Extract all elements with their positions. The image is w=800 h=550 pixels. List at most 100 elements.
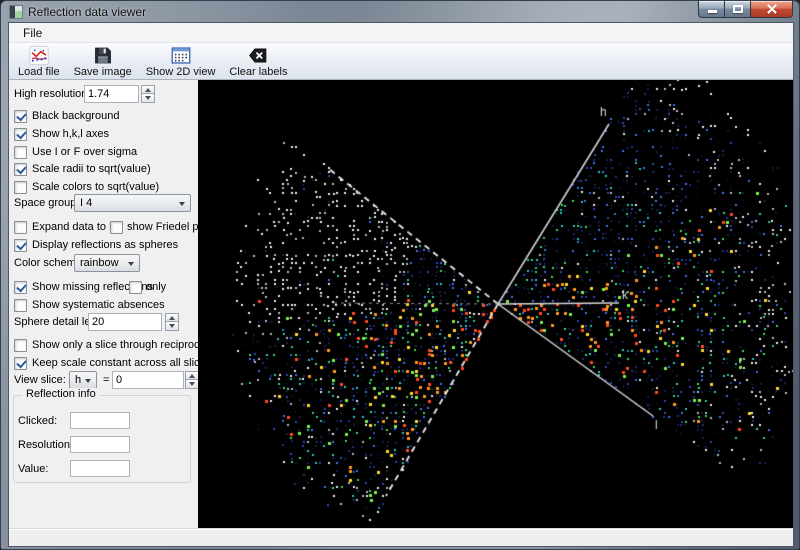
view-slice-stepper[interactable] [185, 371, 199, 389]
menu-file[interactable]: File [15, 23, 50, 43]
control-panel: High resolution: Black background Show h… [9, 80, 198, 528]
expand-p1-row: Expand data to P1 show Friedel pairs [14, 219, 194, 237]
high-resolution-stepper[interactable] [141, 85, 155, 103]
reflection-canvas[interactable] [198, 80, 793, 528]
show-axes-row: Show h,k,l axes [14, 126, 194, 144]
chevron-down-icon [179, 202, 185, 206]
toolbar-button-show-2d-view[interactable]: Show 2D view [139, 44, 223, 79]
color-scheme-select[interactable]: rainbow [74, 254, 140, 272]
spin-up-icon[interactable] [141, 85, 155, 94]
checkbox-label: Display reflections as spheres [32, 239, 178, 251]
scale-radii-checkbox[interactable] [14, 163, 27, 176]
checkbox-label: Scale radii to sqrt(value) [32, 163, 151, 175]
toolbar: Load file Save image [9, 43, 793, 80]
resolution-label: Resolution: [18, 439, 73, 451]
spin-up-icon[interactable] [165, 313, 179, 322]
checkbox-label: Scale colors to sqrt(value) [32, 181, 159, 193]
window-title: Reflection data viewer [28, 5, 146, 19]
toolbar-label: Clear labels [229, 66, 287, 78]
spheres-row: Display reflections as spheres [14, 237, 194, 255]
view-slice-axis-select[interactable]: h [69, 371, 97, 389]
checkbox-label: Expand data to P1 [32, 221, 123, 233]
value-row: Value: [18, 460, 186, 478]
slice-only-checkbox[interactable] [14, 339, 27, 352]
status-bar [9, 528, 793, 546]
view-slice-label: View slice: [14, 374, 66, 386]
absences-checkbox[interactable] [14, 299, 27, 312]
close-button[interactable] [751, 1, 793, 18]
sigma-checkbox[interactable] [14, 146, 27, 159]
expand-p1-checkbox[interactable] [14, 221, 27, 234]
load-file-icon [28, 45, 50, 66]
app-icon [9, 5, 23, 19]
sigma-row: Use I or F over sigma [14, 144, 194, 162]
window-controls [698, 1, 793, 18]
toolbar-label: Load file [18, 66, 60, 78]
missing-row: Show missing reflections only [14, 279, 194, 297]
missing-checkbox[interactable] [14, 281, 27, 294]
high-resolution-input[interactable] [84, 85, 139, 103]
space-group-select[interactable]: I 4 [74, 194, 191, 212]
reflection-3d-viewport[interactable] [198, 80, 793, 528]
spin-down-icon[interactable] [165, 322, 179, 331]
keep-scale-checkbox[interactable] [14, 357, 27, 370]
value-field[interactable] [70, 460, 130, 477]
clicked-label: Clicked: [18, 415, 57, 427]
resolution-field[interactable] [70, 436, 130, 453]
checkbox-label: Black background [32, 110, 119, 122]
toolbar-label: Save image [74, 66, 132, 78]
minimize-button[interactable] [698, 1, 725, 18]
black-background-row: Black background [14, 108, 194, 126]
space-group-value: I 4 [80, 197, 92, 209]
black-background-checkbox[interactable] [14, 110, 27, 123]
sphere-detail-row: Sphere detail level [14, 313, 194, 333]
slice-only-row: Show only a slice through reciprocal spa… [14, 337, 194, 355]
spin-up-icon[interactable] [185, 371, 199, 380]
toolbar-label: Show 2D view [146, 66, 216, 78]
equals-sign: = [103, 374, 109, 386]
scale-radii-row: Scale radii to sqrt(value) [14, 161, 194, 179]
space-group-row: Space group: I 4 [14, 194, 194, 214]
scale-colors-checkbox[interactable] [14, 181, 27, 194]
toolbar-button-load-file[interactable]: Load file [11, 44, 67, 79]
grid-window-icon [170, 45, 192, 66]
value-label: Value: [18, 463, 48, 475]
color-scheme-row: Color scheme: rainbow [14, 254, 194, 274]
delete-icon [247, 45, 269, 66]
resolution-row: Resolution: [18, 436, 186, 454]
reflection-info-group: Reflection info Clicked: Resolution: Val… [13, 395, 191, 483]
sphere-detail-input[interactable] [88, 313, 162, 331]
checkbox-label: Keep scale constant across all slices [32, 357, 211, 369]
view-slice-axis-value: h [75, 374, 81, 386]
chevron-down-icon [128, 262, 134, 266]
sphere-detail-stepper[interactable] [165, 313, 179, 331]
high-resolution-row: High resolution: [14, 85, 194, 103]
chevron-down-icon [85, 379, 91, 383]
close-icon [767, 4, 777, 14]
checkbox-label: Show systematic absences [32, 299, 165, 311]
clicked-field[interactable] [70, 412, 130, 429]
spin-down-icon[interactable] [141, 94, 155, 103]
show-axes-checkbox[interactable] [14, 128, 27, 141]
reflection-info-title: Reflection info [22, 388, 100, 400]
maximize-icon [733, 5, 743, 13]
app-window: Reflection data viewer File Load file [0, 0, 800, 550]
space-group-label: Space group: [14, 197, 79, 209]
missing-only-checkbox[interactable] [129, 281, 142, 294]
checkbox-label: Use I or F over sigma [32, 146, 137, 158]
checkbox-label: Show h,k,l axes [32, 128, 109, 140]
friedel-pairs-checkbox[interactable] [110, 221, 123, 234]
view-slice-input[interactable] [112, 371, 184, 389]
clicked-row: Clicked: [18, 412, 186, 430]
minimize-icon [708, 10, 717, 13]
client-area: File Load file [8, 22, 794, 547]
spin-down-icon[interactable] [185, 380, 199, 389]
menu-bar: File [9, 23, 793, 43]
title-bar[interactable]: Reflection data viewer [1, 1, 799, 23]
color-scheme-value: rainbow [80, 257, 119, 269]
toolbar-button-clear-labels[interactable]: Clear labels [222, 44, 294, 79]
maximize-button[interactable] [725, 1, 751, 18]
spheres-checkbox[interactable] [14, 239, 27, 252]
toolbar-button-save-image[interactable]: Save image [67, 44, 139, 79]
checkbox-label: only [146, 281, 166, 293]
